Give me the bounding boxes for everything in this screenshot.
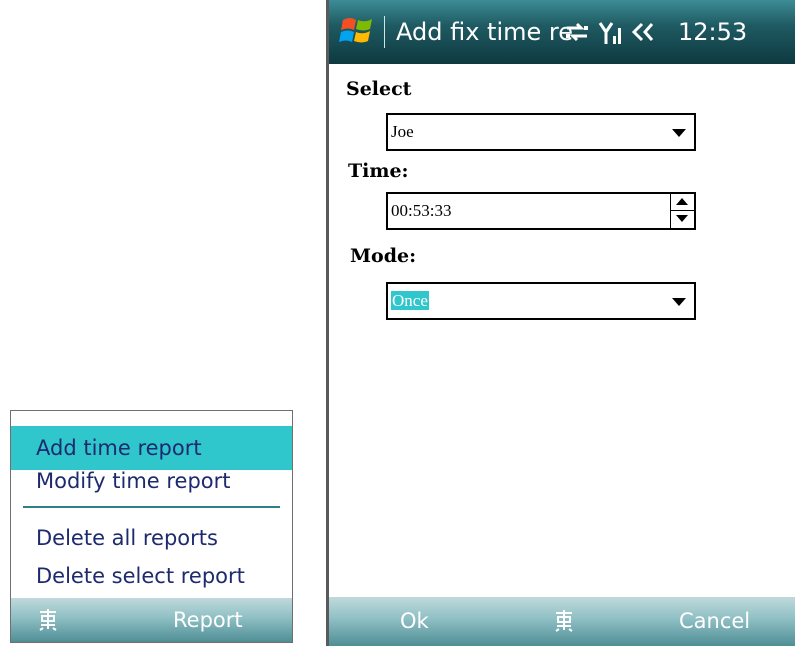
menu-softkey-bar: Report	[11, 598, 292, 642]
clock: 12:53	[678, 18, 748, 46]
popup-menu: Add time report Modify time report Delet…	[10, 410, 293, 643]
select-value: Joe	[391, 122, 414, 141]
spin-down-icon[interactable]	[671, 211, 694, 228]
keyboard-icon[interactable]	[35, 606, 61, 632]
chevron-down-icon[interactable]	[672, 298, 686, 306]
time-field[interactable]: 00:53:33	[386, 192, 696, 230]
title-bar: Add fix time re 12:53	[326, 0, 795, 64]
title-separator	[384, 16, 385, 48]
mode-value: Once	[391, 291, 429, 310]
select-dropdown[interactable]: Joe	[386, 113, 696, 151]
signal-icon[interactable]	[598, 20, 624, 46]
cancel-softkey[interactable]: Cancel	[679, 599, 750, 643]
spin-up-icon[interactable]	[671, 194, 694, 211]
chevron-down-icon[interactable]	[672, 129, 686, 137]
report-softkey[interactable]: Report	[173, 598, 243, 642]
app-title: Add fix time re	[396, 18, 573, 46]
time-spinner[interactable]	[670, 194, 694, 228]
windows-start-icon[interactable]	[338, 12, 376, 50]
softkey-bar: Ok Cancel	[326, 597, 795, 646]
device-screen: Add fix time re 12:53 Select Joe Time: 0…	[326, 0, 795, 646]
mode-label: Mode:	[350, 245, 417, 267]
menu-item-delete-select-report[interactable]: Delete select report	[11, 554, 292, 598]
keyboard-icon[interactable]	[551, 607, 577, 633]
mode-dropdown[interactable]: Once	[386, 282, 696, 320]
device-border	[326, 0, 329, 646]
time-value[interactable]: 00:53:33	[391, 194, 451, 228]
mode-value-wrap: Once	[391, 284, 429, 318]
connectivity-icon[interactable]	[564, 20, 590, 44]
menu-separator	[23, 506, 280, 508]
menu-item-modify-time-report[interactable]: Modify time report	[11, 459, 292, 503]
time-label: Time:	[348, 160, 409, 182]
ok-softkey[interactable]: Ok	[400, 599, 429, 643]
select-label: Select	[346, 78, 412, 100]
speaker-icon[interactable]	[630, 20, 660, 44]
